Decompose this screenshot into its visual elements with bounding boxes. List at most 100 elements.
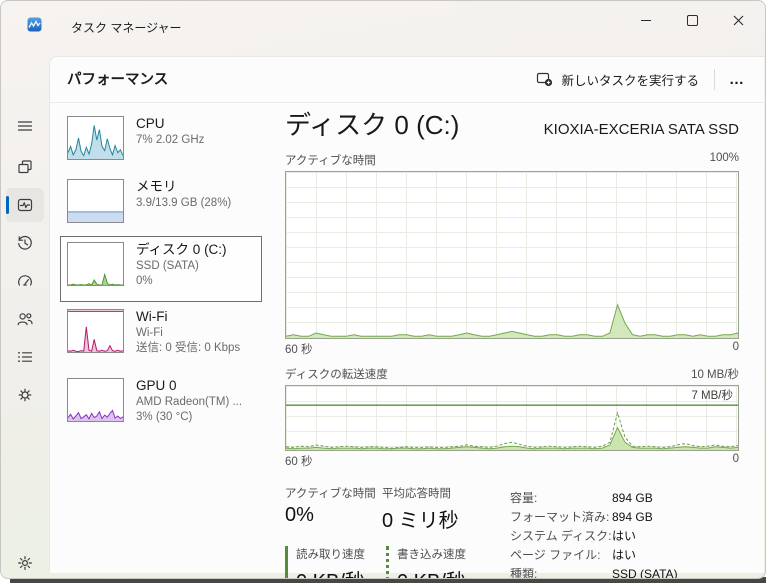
sidebar-item-performance[interactable] <box>6 188 44 222</box>
device-gpu-0[interactable]: GPU 0 AMD Radeon(TM) ... 3% (30 °C) <box>60 372 262 440</box>
read-speed-label: 読み取り速度 <box>296 549 365 561</box>
titlebar: タスク マネージャー <box>1 1 765 51</box>
memory-mini-chart <box>67 179 124 223</box>
run-new-task-label: 新しいタスクを実行する <box>561 73 699 88</box>
property-label: フォーマット済み: <box>510 510 610 524</box>
device-cpu[interactable]: CPU 7% 2.02 GHz <box>60 110 262 172</box>
screenshot-root: タスク マネージャー パフォーマンス 新しいタスクを実行する … CPU 7% … <box>0 0 766 583</box>
selected-indicator <box>6 196 9 214</box>
write-speed-legend: 書き込み速度 0 KB/秒 <box>386 546 507 578</box>
scale-line-label: 7 MB/秒 <box>691 390 733 402</box>
menu-toggle-button[interactable] <box>6 109 44 143</box>
more-options-icon: … <box>729 70 745 88</box>
table-row: 容量: 894 GB <box>510 489 739 508</box>
window-controls <box>623 5 761 35</box>
active-time-chart-max: 100% <box>709 152 739 164</box>
device-memory[interactable]: メモリ 3.9/13.9 GB (28%) <box>60 173 262 235</box>
read-speed-legend: 読み取り速度 0 KB/秒 <box>285 546 382 578</box>
details-icon <box>18 351 33 363</box>
device-name: GPU 0 <box>136 378 177 393</box>
maximize-button[interactable] <box>669 5 715 35</box>
read-speed-value: 0 KB/秒 <box>296 565 382 578</box>
app-history-icon <box>18 235 32 250</box>
minimize-button[interactable] <box>623 5 669 35</box>
sidebar-item-details[interactable] <box>6 340 44 374</box>
device-stat: AMD Radeon(TM) ... <box>136 395 243 408</box>
run-new-task-icon <box>537 72 553 87</box>
write-speed-label: 書き込み速度 <box>397 549 466 561</box>
header-divider <box>50 102 764 103</box>
transfer-rate-chart: 7 MB/秒 <box>285 385 739 451</box>
property-value: 894 GB <box>612 491 653 505</box>
disk-stats: アクティブな時間 0% 平均応答時間 0 ミリ秒 読み取り速度 0 <box>285 485 739 579</box>
table-row: システム ディスク: はい <box>510 527 739 546</box>
device-name: ディスク 0 (C:) <box>136 242 227 257</box>
device-stat: 0% <box>136 275 153 288</box>
sidebar-item-processes[interactable] <box>6 150 44 184</box>
x-axis-left: 60 秒 <box>285 456 313 468</box>
active-time-chart-label: アクティブな時間 <box>285 155 376 167</box>
wifi-mini-chart <box>67 309 124 353</box>
property-label: 容量: <box>510 491 538 505</box>
table-row: フォーマット済み: 894 GB <box>510 508 739 527</box>
device-name: CPU <box>136 116 165 131</box>
more-options-button[interactable]: … <box>722 65 752 93</box>
sidebar-item-app-history[interactable] <box>6 226 44 260</box>
property-label: システム ディスク: <box>510 529 612 543</box>
settings-button[interactable] <box>6 546 44 578</box>
task-manager-app-icon <box>27 17 42 32</box>
device-stat: 3.9/13.9 GB (28%) <box>136 196 232 209</box>
processes-icon <box>18 160 32 174</box>
property-value: 894 GB <box>612 510 653 524</box>
transfer-chart-max: 10 MB/秒 <box>691 369 739 381</box>
menu-icon <box>17 121 33 131</box>
property-value: はい <box>612 529 637 543</box>
cpu-mini-chart <box>67 116 124 160</box>
detail-title: ディスク 0 (C:) <box>285 110 460 140</box>
startup-apps-icon <box>18 275 32 286</box>
gpu-mini-chart <box>67 378 124 422</box>
disk-detail-pane: ディスク 0 (C:) KIOXIA-EXCERIA SATA SSD アクティ… <box>285 105 739 579</box>
device-stat: 3% (30 °C) <box>136 411 193 424</box>
settings-gear-icon <box>18 556 32 570</box>
avg-response-value: 0 ミリ秒 <box>382 510 459 532</box>
device-stat: SSD (SATA) <box>136 259 199 272</box>
active-time-value: 0% <box>285 504 314 526</box>
active-time-chart <box>285 171 739 339</box>
page-title: パフォーマンス <box>67 72 169 88</box>
device-name: Wi-Fi <box>136 309 168 324</box>
device-name: メモリ <box>136 179 177 194</box>
sidebar-item-services[interactable] <box>6 378 44 412</box>
sidebar-item-startup-apps[interactable] <box>6 264 44 298</box>
device-disk-0[interactable]: ディスク 0 (C:) SSD (SATA) 0% <box>60 236 262 302</box>
header-divider-vertical <box>714 69 715 90</box>
close-button[interactable] <box>715 5 761 35</box>
table-row: 種類: SSD (SATA) <box>510 565 739 579</box>
avg-response-label: 平均応答時間 <box>382 488 451 500</box>
device-wifi[interactable]: Wi-Fi Wi-Fi 送信: 0 受信: 0 Kbps <box>60 303 262 371</box>
disk-properties-table: 容量: 894 GB フォーマット済み: 894 GB システム ディスク: は… <box>510 485 739 579</box>
services-icon <box>18 388 32 402</box>
transfer-chart-label: ディスクの転送速度 <box>285 369 388 381</box>
property-value: SSD (SATA) <box>612 567 678 579</box>
users-icon <box>17 313 33 326</box>
navigation-rail <box>1 51 49 578</box>
window-title: タスク マネージャー <box>71 21 182 35</box>
device-model: KIOXIA-EXCERIA SATA SSD <box>543 121 739 138</box>
device-stat: Wi-Fi <box>136 326 163 339</box>
device-stat: 送信: 0 受信: 0 Kbps <box>136 342 241 355</box>
minimize-icon <box>641 19 651 21</box>
close-icon <box>733 15 743 25</box>
run-new-task-button[interactable]: 新しいタスクを実行する <box>526 64 709 94</box>
property-label: ページ ファイル: <box>510 548 601 562</box>
device-stat: 7% 2.02 GHz <box>136 133 205 146</box>
x-axis-right: 0 <box>732 341 739 353</box>
content-panel: パフォーマンス 新しいタスクを実行する … CPU 7% 2.02 GHz メモ… <box>49 56 764 578</box>
table-row: ページ ファイル: はい <box>510 546 739 565</box>
property-value: はい <box>612 548 637 562</box>
disk-mini-chart <box>67 242 124 286</box>
active-time-label: アクティブな時間 <box>285 488 376 500</box>
task-manager-window: タスク マネージャー パフォーマンス 新しいタスクを実行する … CPU 7% … <box>0 0 766 579</box>
x-axis-right: 0 <box>732 453 739 465</box>
sidebar-item-users[interactable] <box>6 302 44 336</box>
